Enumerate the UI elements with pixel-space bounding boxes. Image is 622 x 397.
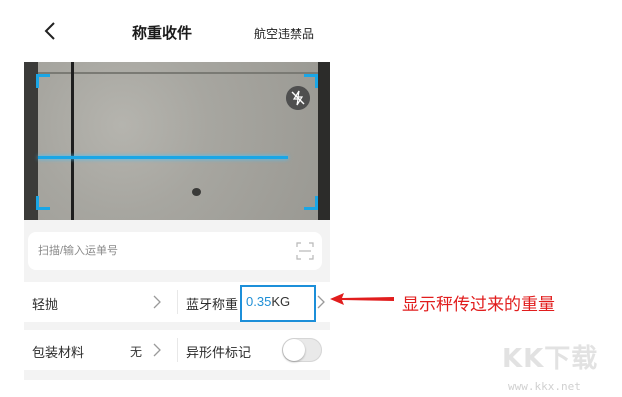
bluetooth-weight-label: 蓝牙称重 xyxy=(186,297,239,312)
waybill-number-input[interactable] xyxy=(38,242,288,260)
camera-background xyxy=(71,62,74,220)
chevron-right-icon[interactable] xyxy=(316,295,326,309)
packaging-material-value[interactable]: 无 xyxy=(130,343,142,360)
camera-background xyxy=(192,188,201,196)
app-screen: 称重收件 航空违禁品 轻抛 蓝牙称重 xyxy=(24,0,330,380)
form-row-packaging: 包装材料 无 异形件标记 xyxy=(24,330,330,370)
scan-frame-corner xyxy=(36,196,50,210)
scan-line xyxy=(38,156,288,159)
scan-frame-corner xyxy=(36,74,50,88)
light-bulky-label[interactable]: 轻抛 xyxy=(32,294,58,313)
annotation-text: 显示秤传过来的重量 xyxy=(402,295,555,315)
irregular-item-label: 异形件标记 xyxy=(186,345,252,360)
watermark-url: www.kkx.net xyxy=(508,380,581,393)
camera-scanner xyxy=(24,62,330,220)
camera-background xyxy=(38,62,318,220)
irregular-item-toggle[interactable] xyxy=(282,338,322,362)
back-arrow-icon[interactable] xyxy=(38,18,64,44)
chevron-right-icon[interactable] xyxy=(152,343,162,357)
divider xyxy=(177,338,178,362)
waybill-input-card xyxy=(28,232,322,270)
scan-frame-corner xyxy=(304,74,318,88)
scan-frame-corner xyxy=(304,196,318,210)
toggle-knob xyxy=(283,339,305,361)
flash-off-icon[interactable] xyxy=(286,86,310,110)
annotation-arrow-icon xyxy=(330,293,394,305)
page-title: 称重收件 xyxy=(132,25,193,42)
divider xyxy=(177,290,178,314)
prohibited-items-link[interactable]: 航空违禁品 xyxy=(254,25,314,42)
camera-background xyxy=(38,72,318,74)
watermark: KK下载 www.kkx.net xyxy=(500,338,620,396)
header-bar: 称重收件 航空违禁品 xyxy=(24,0,330,62)
packaging-material-label[interactable]: 包装材料 xyxy=(32,342,84,361)
watermark-logo: KK下载 xyxy=(502,344,599,374)
camera-background xyxy=(318,62,330,220)
chevron-right-icon[interactable] xyxy=(152,295,162,309)
weight-highlight-box xyxy=(240,285,316,322)
scan-code-icon[interactable] xyxy=(296,242,314,260)
